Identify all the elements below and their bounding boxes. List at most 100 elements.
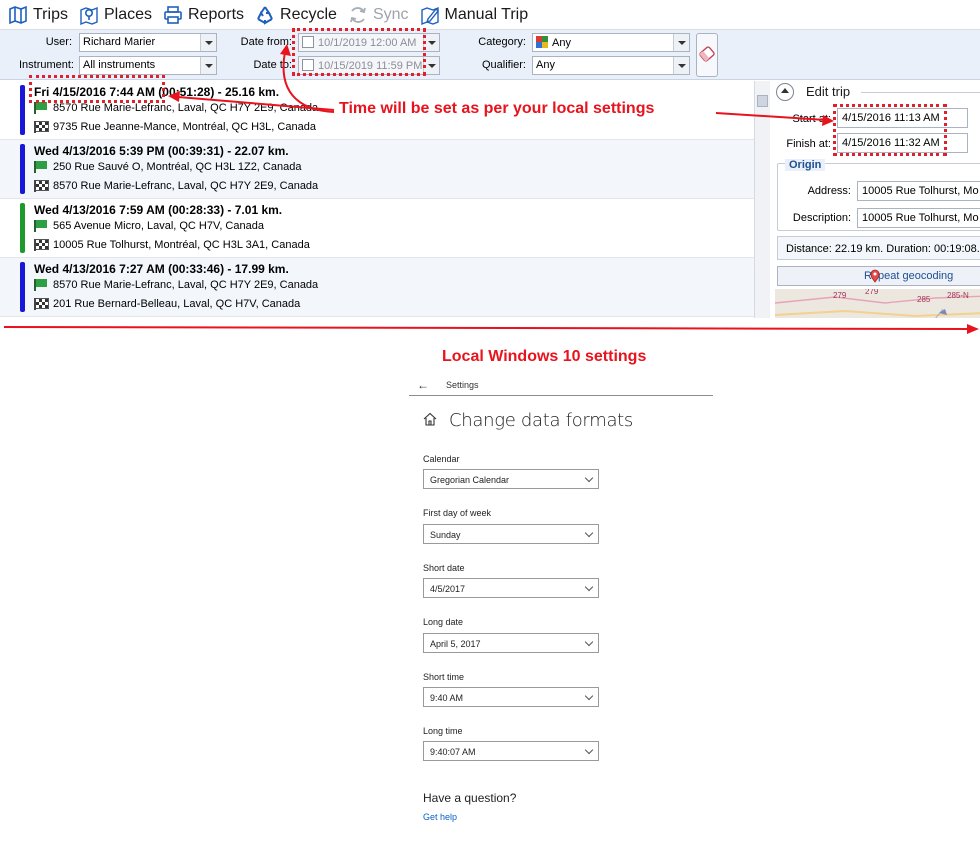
map-road-label: 285-N xyxy=(947,291,969,300)
description-label: Description: xyxy=(792,212,851,224)
clear-filters-button[interactable] xyxy=(696,33,718,77)
distance-duration-text: Distance: 22.19 km. Duration: 00:19:08. … xyxy=(786,243,980,255)
date-to-label: Date to: xyxy=(253,59,292,71)
instrument-label: Instrument: xyxy=(18,59,74,71)
finish-flag-icon xyxy=(34,121,49,133)
long-time-label: Long time xyxy=(423,726,463,736)
get-help-link[interactable]: Get help xyxy=(423,812,457,822)
calendar-label: Calendar xyxy=(423,454,460,464)
trip-destination-text: 9735 Rue Jeanne-Mance, Montréal, QC H3L,… xyxy=(53,121,316,133)
settings-title-bar: ← Settings xyxy=(409,372,713,396)
chevron-down-icon xyxy=(584,528,594,538)
trip-list-scrollbar[interactable] xyxy=(754,81,770,318)
start-flag-icon xyxy=(34,161,48,173)
map-icon xyxy=(9,5,27,24)
chevron-down-icon xyxy=(584,745,594,755)
trip-origin: 8570 Rue Marie-Lefranc, Laval, QC H7Y 2E… xyxy=(34,279,318,291)
edit-map-icon xyxy=(420,6,439,25)
trip-category-bar xyxy=(20,262,25,312)
finish-flag-icon xyxy=(34,239,49,251)
reports-button[interactable]: Reports xyxy=(163,2,244,28)
first-day-of-week-value: Sunday xyxy=(430,530,461,540)
finish-flag-icon xyxy=(34,298,49,310)
chevron-down-icon xyxy=(584,473,594,483)
sync-icon xyxy=(350,6,366,23)
trip-time-highlight xyxy=(29,75,165,103)
short-date-label: Short date xyxy=(423,563,465,573)
start-flag-icon xyxy=(34,279,48,291)
chevron-down-icon xyxy=(673,57,689,74)
finish-flag-icon xyxy=(34,180,49,192)
reports-label: Reports xyxy=(188,5,245,23)
trip-header: Wed 4/13/2016 7:59 AM (00:28:33) - 7.01 … xyxy=(34,203,283,217)
scrollbar-thumb[interactable] xyxy=(757,95,768,107)
sync-button[interactable]: Sync xyxy=(348,2,409,28)
trip-origin: 250 Rue Sauvé O, Montréal, QC H3L 1Z2, C… xyxy=(34,161,301,173)
user-select[interactable]: Richard Marier xyxy=(79,33,217,52)
eraser-icon xyxy=(699,46,715,62)
recycle-button[interactable]: Recycle xyxy=(255,2,337,28)
collapse-panel-button[interactable] xyxy=(776,83,794,101)
category-select[interactable]: Any xyxy=(532,33,690,52)
manual-trip-label: Manual Trip xyxy=(444,5,529,23)
trip-header: Wed 4/13/2016 5:39 PM (00:39:31) - 22.07… xyxy=(34,144,289,158)
short-time-label: Short time xyxy=(423,672,465,682)
manual-trip-button[interactable]: Manual Trip xyxy=(420,2,529,28)
filter-bar: User: Richard Marier Instrument: All ins… xyxy=(0,30,980,80)
trip-category-bar xyxy=(20,144,25,194)
long-time-value: 9:40:07 AM xyxy=(430,747,476,757)
short-date-value: 4/5/2017 xyxy=(430,584,466,594)
trip-row[interactable]: Wed 4/13/2016 7:27 AM (00:33:46) - 17.99… xyxy=(0,258,754,317)
trip-destination-text: 8570 Rue Marie-Lefranc, Laval, QC H7Y 2E… xyxy=(53,180,319,192)
trip-map[interactable]: 279 279 285 285-N xyxy=(775,289,980,318)
windows-settings-window: ← Settings Change data formats Calendar … xyxy=(409,372,713,832)
long-time-select[interactable]: 9:40:07 AM xyxy=(423,741,599,761)
trips-button[interactable]: Trips xyxy=(8,2,68,28)
back-arrow-icon[interactable]: ← xyxy=(417,378,429,392)
trip-destination: 9735 Rue Jeanne-Mance, Montréal, QC H3L,… xyxy=(34,121,316,133)
address-value: 10005 Rue Tolhurst, Mo xyxy=(862,185,979,197)
trip-origin-text: 565 Avenue Micro, Laval, QC H7V, Canada xyxy=(53,220,264,232)
address-field[interactable]: 10005 Rue Tolhurst, Mo xyxy=(857,181,980,201)
title-divider xyxy=(861,92,980,93)
start-flag-icon xyxy=(34,220,48,232)
description-value: 10005 Rue Tolhurst, Mo xyxy=(862,212,979,224)
qualifier-label: Qualifier: xyxy=(481,59,526,71)
trip-destination: 8570 Rue Marie-Lefranc, Laval, QC H7Y 2E… xyxy=(34,180,318,192)
recycle-icon xyxy=(257,5,273,25)
start-flag-icon xyxy=(34,102,48,114)
map-road-label: 279 xyxy=(865,289,879,296)
qualifier-select[interactable]: Any xyxy=(532,56,690,75)
chevron-down-icon xyxy=(200,57,216,74)
places-button[interactable]: Places xyxy=(79,2,152,28)
short-date-select[interactable]: 4/5/2017 xyxy=(423,578,599,598)
date-range-highlight xyxy=(292,28,426,76)
sync-label: Sync xyxy=(372,5,409,23)
question-heading: Have a question? xyxy=(423,791,517,805)
edit-time-highlight xyxy=(833,104,947,156)
description-field[interactable]: 10005 Rue Tolhurst, Mo xyxy=(857,208,980,228)
short-time-select[interactable]: 9:40 AM xyxy=(423,687,599,707)
time-settings-callout: Time will be set as per your local setti… xyxy=(339,100,655,117)
instrument-select[interactable]: All instruments xyxy=(79,56,217,75)
trip-manager-window: Trips Places Reports Recycle Sync Manual… xyxy=(0,0,980,318)
recycle-label: Recycle xyxy=(280,5,337,23)
chevron-down-icon xyxy=(673,34,689,51)
chevron-down-icon xyxy=(200,34,216,51)
settings-heading: Change data formats xyxy=(449,410,634,431)
first-day-of-week-select[interactable]: Sunday xyxy=(423,524,599,544)
trip-row[interactable]: Wed 4/13/2016 5:39 PM (00:39:31) - 22.07… xyxy=(0,140,754,199)
first-day-of-week-label: First day of week xyxy=(423,508,492,518)
home-icon[interactable] xyxy=(423,412,437,426)
trip-category-bar xyxy=(20,203,25,253)
origin-group-title: Origin xyxy=(785,159,826,171)
trip-destination-text: 201 Rue Bernard-Belleau, Laval, QC H7V, … xyxy=(53,298,301,310)
long-date-select[interactable]: April 5, 2017 xyxy=(423,633,599,653)
start-at-label: Start at: xyxy=(792,113,831,125)
trip-row[interactable]: Wed 4/13/2016 7:59 AM (00:28:33) - 7.01 … xyxy=(0,199,754,258)
calendar-select[interactable]: Gregorian Calendar xyxy=(423,469,599,489)
repeat-geocoding-button[interactable]: Repeat geocoding xyxy=(777,266,980,286)
finish-at-label: Finish at: xyxy=(786,138,831,150)
trip-origin-text: 250 Rue Sauvé O, Montréal, QC H3L 1Z2, C… xyxy=(53,161,302,173)
settings-app-title: Settings xyxy=(446,380,479,390)
